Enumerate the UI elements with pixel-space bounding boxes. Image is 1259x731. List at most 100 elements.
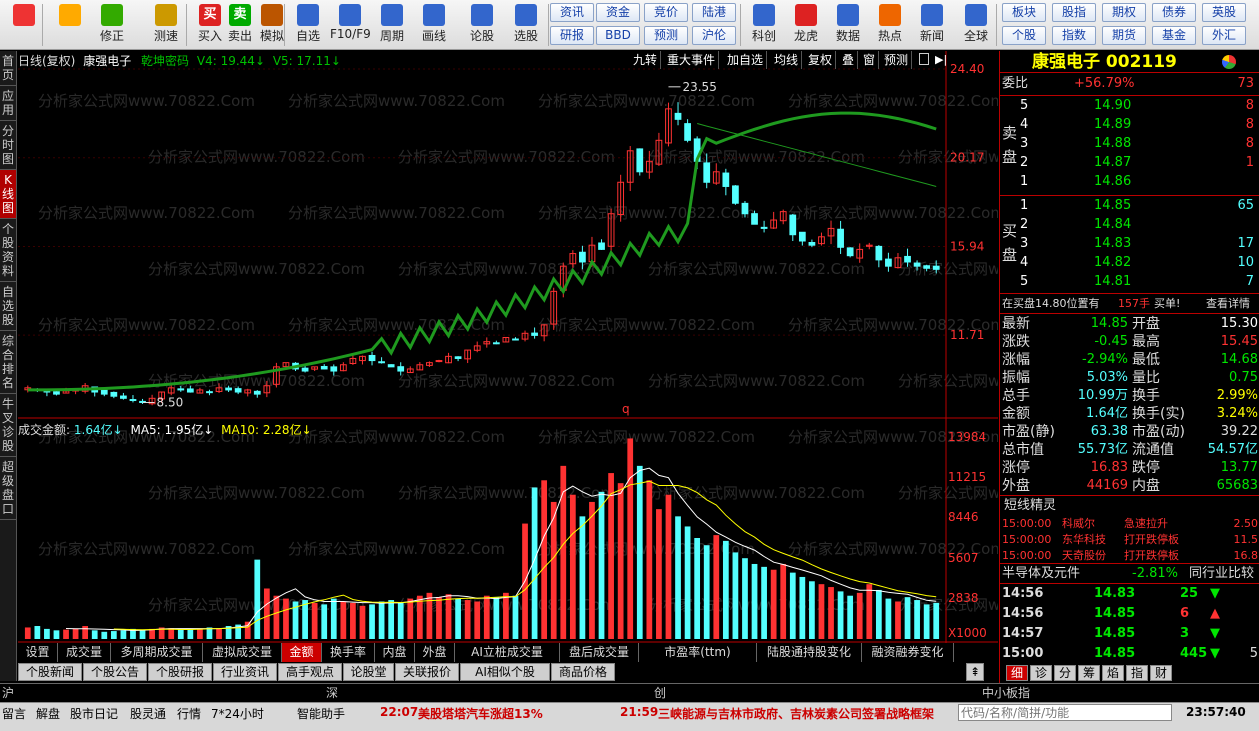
indicator-tab-0[interactable]: 设置 <box>18 643 58 662</box>
market-button-8[interactable]: 基金 <box>1152 26 1196 45</box>
mini-button-5[interactable]: BBD <box>596 26 640 45</box>
chart-tool-0[interactable]: 九转 <box>630 51 662 69</box>
indicator-tab-9[interactable]: 盘后成交量 <box>560 643 639 662</box>
chart-tool-2[interactable]: 加自选 <box>724 51 768 69</box>
left-nav-item-3[interactable]: K线图 <box>0 170 16 219</box>
status-item-3[interactable]: 股灵通 <box>130 705 166 722</box>
indicator-tab-12[interactable]: 融资融券变化 <box>862 643 954 662</box>
side-tab-3[interactable]: 筹 <box>1078 665 1100 681</box>
toolbar-pencil-button[interactable]: 画线 <box>414 2 454 48</box>
left-nav-item-5[interactable]: 自选股 <box>0 282 16 331</box>
chart-tool-4[interactable]: 复权 <box>805 51 837 69</box>
toolbar-mid-button-4[interactable]: 新闻 <box>912 2 952 48</box>
chart-tool-7[interactable]: 预测 <box>881 51 913 69</box>
info-tab-7[interactable]: AI相似个股 <box>460 663 550 681</box>
indicator-tab-5[interactable]: 换手率 <box>322 643 375 662</box>
index-sz[interactable]: 深 <box>326 684 338 702</box>
left-nav-item-7[interactable]: 牛叉诊股 <box>0 394 16 457</box>
chart-tool-1[interactable]: 重大事件 <box>664 51 720 69</box>
toolbar-pick-button[interactable]: 选股 <box>506 2 546 48</box>
toolbar-discuss-button[interactable]: 论股 <box>462 2 502 48</box>
toolbar-hammer-button[interactable]: 模拟 <box>252 2 292 48</box>
mini-button-4[interactable]: 研报 <box>550 26 594 45</box>
news2-text[interactable]: 三峡能源与吉林市政府、吉林炭素公司签署战略框架 <box>658 705 958 722</box>
left-nav-item-4[interactable]: 个股资料 <box>0 219 16 282</box>
left-nav-item-0[interactable]: 首页 <box>0 51 16 86</box>
market-button-4[interactable]: 英股 <box>1202 3 1246 22</box>
side-tab-1[interactable]: 诊 <box>1030 665 1052 681</box>
info-tab-3[interactable]: 行业资讯 <box>213 663 277 681</box>
kline-chart[interactable]: 分析家公式网www.70822.Com 分析家公式网www.70822.Com 分析… <box>18 51 998 643</box>
info-tab-8[interactable]: 商品价格 <box>551 663 615 681</box>
indicator-name[interactable]: 乾坤密码 <box>141 54 189 68</box>
mini-button-0[interactable]: 资讯 <box>550 3 594 22</box>
market-button-7[interactable]: 期货 <box>1102 26 1146 45</box>
indicator-tab-11[interactable]: 陆股通持股变化 <box>757 643 862 662</box>
sector-compare-link[interactable]: 同行业比较 <box>1189 565 1254 583</box>
info-tab-5[interactable]: 论股堂 <box>343 663 394 681</box>
status-item-5[interactable]: 7*24小时 <box>211 705 264 722</box>
chart-tool-3[interactable]: 均线 <box>771 51 803 69</box>
toolbar-back-arrow-button[interactable] <box>50 2 90 48</box>
mini-button-3[interactable]: 陆港 <box>692 3 736 22</box>
mini-button-1[interactable]: 资金 <box>596 3 640 22</box>
status-item-1[interactable]: 解盘 <box>36 705 60 722</box>
indicator-tab-7[interactable]: 外盘 <box>415 643 455 662</box>
side-tab-5[interactable]: 指 <box>1126 665 1148 681</box>
info-tab-4[interactable]: 高手观点 <box>278 663 342 681</box>
status-item-6[interactable]: 智能助手 <box>297 705 345 722</box>
chart-tool-6[interactable]: 窗 <box>860 51 880 69</box>
market-button-2[interactable]: 期权 <box>1102 3 1146 22</box>
toolbar-f10-button[interactable]: F10/F9 <box>330 2 371 48</box>
indicator-tab-4[interactable]: 金额 <box>282 643 322 662</box>
market-button-5[interactable]: 个股 <box>1002 26 1046 45</box>
index-cy[interactable]: 创 <box>654 684 666 702</box>
index-sh[interactable]: 沪 <box>2 684 14 702</box>
side-tab-4[interactable]: 焰 <box>1102 665 1124 681</box>
mini-button-6[interactable]: 预测 <box>644 26 688 45</box>
side-tab-0[interactable]: 细 <box>1006 665 1028 681</box>
market-button-9[interactable]: 外汇 <box>1202 26 1246 45</box>
left-nav-item-2[interactable]: 分时图 <box>0 121 16 170</box>
toolbar-mid-button-2[interactable]: 数据 <box>828 2 868 48</box>
side-tab-6[interactable]: 财 <box>1150 665 1172 681</box>
search-input[interactable] <box>958 704 1172 721</box>
indicator-tab-3[interactable]: 虚拟成交量 <box>203 643 282 662</box>
mini-button-2[interactable]: 竞价 <box>644 3 688 22</box>
lock-icon[interactable] <box>919 53 929 65</box>
market-button-3[interactable]: 债券 <box>1152 3 1196 22</box>
status-item-0[interactable]: 留言 <box>2 705 26 722</box>
toolbar-clock-button[interactable]: 测速 <box>146 2 186 48</box>
info-tab-2[interactable]: 个股研报 <box>148 663 212 681</box>
info-tab-6[interactable]: 关联报价 <box>395 663 459 681</box>
info-tab-1[interactable]: 个股公告 <box>83 663 147 681</box>
toolbar-period-button[interactable]: 周期 <box>372 2 412 48</box>
toolbar-mid-button-5[interactable]: 全球 <box>956 2 996 48</box>
market-button-1[interactable]: 股指 <box>1052 3 1096 22</box>
toolbar-mid-button-1[interactable]: 龙虎 <box>786 2 826 48</box>
status-item-2[interactable]: 股市日记 <box>70 705 118 722</box>
mini-button-7[interactable]: 沪伦 <box>692 26 736 45</box>
market-button-6[interactable]: 指数 <box>1052 26 1096 45</box>
toolbar-mid-button-3[interactable]: 热点 <box>870 2 910 48</box>
left-nav-item-1[interactable]: 应用 <box>0 86 16 121</box>
status-item-4[interactable]: 行情 <box>177 705 201 722</box>
indicator-tab-8[interactable]: AI立桩成交量 <box>455 643 560 662</box>
left-nav-item-6[interactable]: 综合排名 <box>0 331 16 394</box>
indicator-tab-6[interactable]: 内盘 <box>375 643 415 662</box>
pie-icon[interactable] <box>1222 55 1236 69</box>
collapse-up-icon[interactable]: ⇞ <box>966 663 984 681</box>
side-tab-2[interactable]: 分 <box>1054 665 1076 681</box>
expand-right-icon[interactable]: ▶| <box>935 51 947 69</box>
indicator-tab-10[interactable]: 市盈率(ttm) <box>639 643 757 662</box>
order-link[interactable]: 查看详情 <box>1206 295 1250 313</box>
indicator-tab-2[interactable]: 多周期成交量 <box>111 643 203 662</box>
index-zxb[interactable]: 中小板指 <box>982 684 1030 702</box>
indicator-tab-1[interactable]: 成交量 <box>58 643 111 662</box>
toolbar-logo-button[interactable] <box>4 2 44 48</box>
chart-tool-5[interactable]: 叠 <box>839 51 859 69</box>
toolbar-fix-button[interactable]: 修正 <box>92 2 132 48</box>
info-tab-0[interactable]: 个股新闻 <box>18 663 82 681</box>
market-button-0[interactable]: 板块 <box>1002 3 1046 22</box>
toolbar-mid-button-0[interactable]: 科创 <box>744 2 784 48</box>
